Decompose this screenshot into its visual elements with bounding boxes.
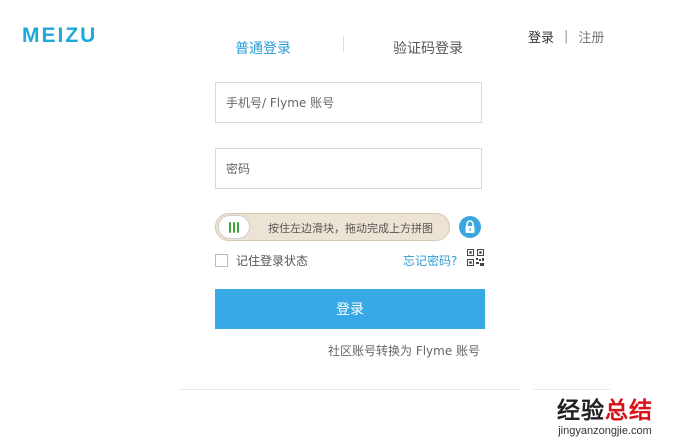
meizu-logo[interactable]: MEIZU [22, 24, 97, 48]
remember-label: 记住登录状态 [236, 254, 309, 268]
header-links: 登录 | 注册 [528, 27, 604, 46]
watermark-text-1: 经验 [557, 398, 605, 424]
watermark-text-2: 总结 [605, 398, 653, 424]
slider-grip-icon[interactable] [218, 215, 250, 239]
header-login-link[interactable]: 登录 [528, 27, 554, 46]
password-input[interactable] [216, 149, 481, 188]
tab-divider [343, 36, 344, 52]
qr-code-icon[interactable] [467, 249, 484, 266]
slider-instruction: 按住左边滑块，拖动完成上方拼图 [268, 222, 433, 235]
captcha-slider: 按住左边滑块，拖动完成上方拼图 [215, 213, 450, 241]
watermark-url: jingyanzongjie.com [558, 425, 652, 437]
footer-divider [178, 389, 610, 390]
tab-sms-login[interactable]: 验证码登录 [393, 38, 463, 58]
password-field [215, 148, 482, 189]
login-page: MEIZU 登录 | 注册 普通登录 验证码登录 按住左边滑块，拖动完成上方拼图… [0, 0, 689, 448]
account-field [215, 82, 482, 123]
tab-normal-login[interactable]: 普通登录 [235, 38, 291, 58]
account-input[interactable] [216, 83, 481, 122]
login-tabs: 普通登录 验证码登录 [215, 36, 485, 58]
remember-checkbox[interactable] [215, 254, 228, 267]
header-register-link[interactable]: 注册 [578, 27, 604, 46]
header-separator: | [564, 29, 569, 44]
lock-icon [459, 216, 481, 238]
convert-account-link[interactable]: 社区账号转换为 Flyme 账号 [328, 342, 480, 359]
watermark: 经验总结 jingyanzongjie.com [530, 398, 680, 438]
login-button[interactable]: 登录 [215, 289, 485, 329]
forgot-password-link[interactable]: 忘记密码? [403, 252, 457, 269]
remember-me[interactable]: 记住登录状态 [215, 252, 308, 269]
